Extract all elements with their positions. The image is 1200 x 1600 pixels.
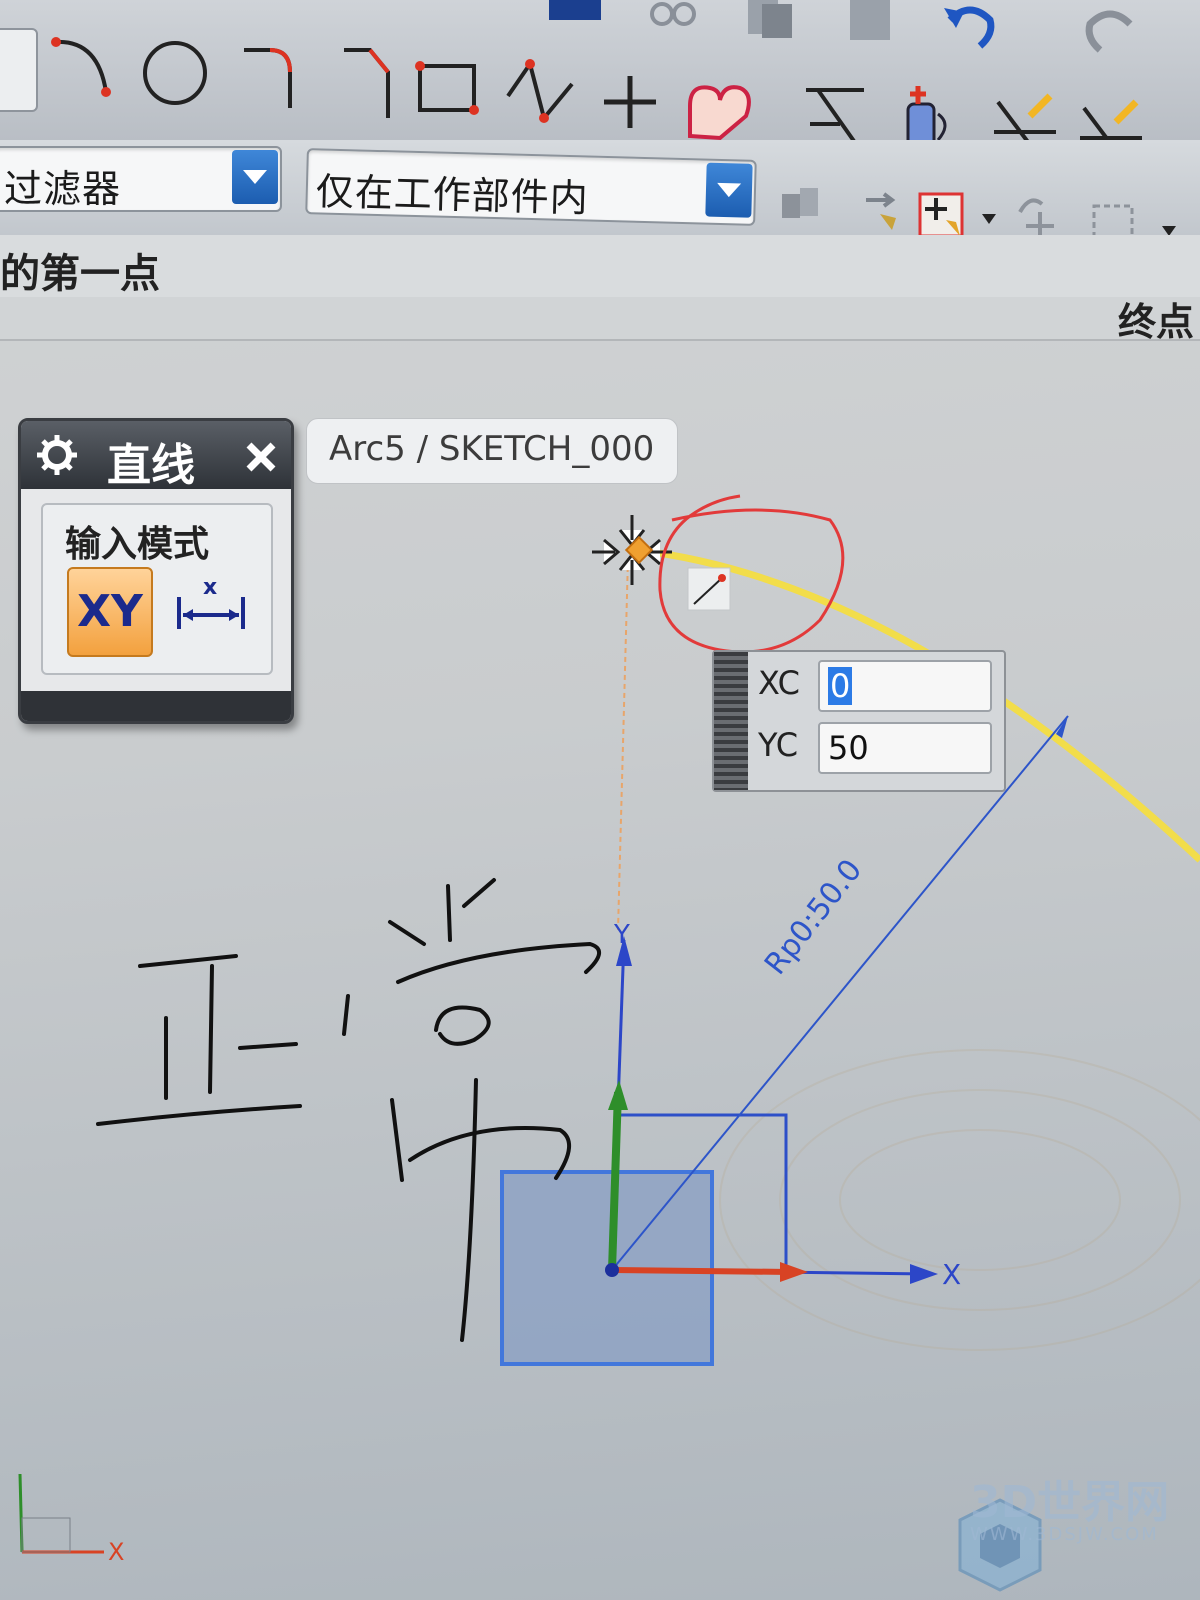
- dialog-title-bar[interactable]: 直线: [21, 421, 291, 491]
- arc-tool-icon[interactable]: [48, 30, 118, 100]
- input-mode-group: 输入模式 XY x: [41, 503, 273, 675]
- watermark-brand: 3D世界网: [970, 1477, 1170, 1528]
- handwritten-annotation: 正常: [110, 1160, 154, 1192]
- endpoint-snap-icon: [687, 567, 731, 611]
- cut-icon[interactable]: [648, 0, 698, 30]
- select-feature-icon[interactable]: [860, 190, 910, 236]
- watermark-url: WWW.3DSJW.COM: [970, 1524, 1159, 1545]
- cue-line: 的第一点: [0, 235, 1200, 299]
- rectangle-tool-icon[interactable]: [414, 60, 484, 120]
- view-triad: [18, 1473, 104, 1554]
- type-filter-value: 过滤器: [4, 167, 122, 211]
- status-line: 终点: [0, 297, 1200, 344]
- xc-input[interactable]: 0: [818, 660, 992, 712]
- offset-curve-icon[interactable]: [680, 76, 760, 146]
- undo-icon[interactable]: [940, 0, 1000, 50]
- close-icon[interactable]: [243, 439, 279, 475]
- paste-icon[interactable]: [840, 0, 900, 44]
- scope-filter-value: 仅在工作部件内: [315, 169, 590, 221]
- chevron-down-icon[interactable]: [705, 162, 753, 218]
- point-tool-icon[interactable]: [600, 72, 660, 132]
- datum-x-vector: [611, 1267, 791, 1275]
- drag-handle[interactable]: [714, 652, 748, 790]
- fillet-tool-icon[interactable]: [240, 42, 300, 112]
- dialog-title: 直线: [107, 440, 195, 491]
- polygon-tool-icon[interactable]: [500, 56, 580, 126]
- circle-tool-icon[interactable]: [140, 38, 210, 108]
- triad-x-label: X: [108, 1538, 125, 1566]
- parameter-mode-button[interactable]: x: [171, 567, 251, 653]
- chevron-down-icon[interactable]: [232, 150, 278, 204]
- y-axis-label: Y: [614, 920, 630, 950]
- copy-icon[interactable]: [740, 0, 800, 40]
- status-text: 终点: [1117, 300, 1194, 344]
- dropdown-arrow-icon[interactable]: [980, 212, 998, 226]
- radius-dimension-line: [611, 715, 1069, 1271]
- cue-prompt: 的第一点: [0, 251, 160, 297]
- selection-tooltip: Arc5 / SKETCH_000: [306, 418, 678, 484]
- coordinate-input-box: XC 0 YC 50: [712, 650, 1006, 792]
- length-dimension-icon: [177, 597, 245, 629]
- selection-bar: 过滤器 仅在工作部件内: [0, 140, 1200, 246]
- alignment-guide: [617, 557, 629, 931]
- input-mode-label: 输入模式: [65, 524, 210, 565]
- x-axis-label: X: [942, 1258, 962, 1291]
- scope-filter-dropdown[interactable]: 仅在工作部件内: [305, 148, 757, 226]
- watermark: 3D世界网 WWW.3DSJW.COM: [890, 1456, 1170, 1566]
- gear-icon[interactable]: [35, 433, 79, 477]
- xc-label: XC: [758, 664, 800, 702]
- redo-icon[interactable]: [1080, 4, 1140, 54]
- profile-tool-button[interactable]: [0, 28, 38, 112]
- yc-input[interactable]: 50: [818, 722, 992, 774]
- dialog-footer: [21, 691, 291, 721]
- chamfer-tool-icon[interactable]: [340, 42, 400, 122]
- selection-tooltip-text: Arc5 / SKETCH_000: [329, 429, 655, 469]
- xc-value: 0: [828, 667, 853, 705]
- line-dialog: 直线 输入模式 XY x: [18, 418, 294, 724]
- save-icon[interactable]: [545, 0, 605, 22]
- type-filter-dropdown[interactable]: 过滤器: [0, 146, 282, 212]
- snap-settings-icon[interactable]: [776, 180, 826, 230]
- yc-value: 50: [828, 729, 869, 767]
- sketch-toolbar: [0, 0, 1200, 166]
- xy-mode-button[interactable]: XY: [67, 567, 153, 657]
- yc-label: YC: [758, 726, 799, 764]
